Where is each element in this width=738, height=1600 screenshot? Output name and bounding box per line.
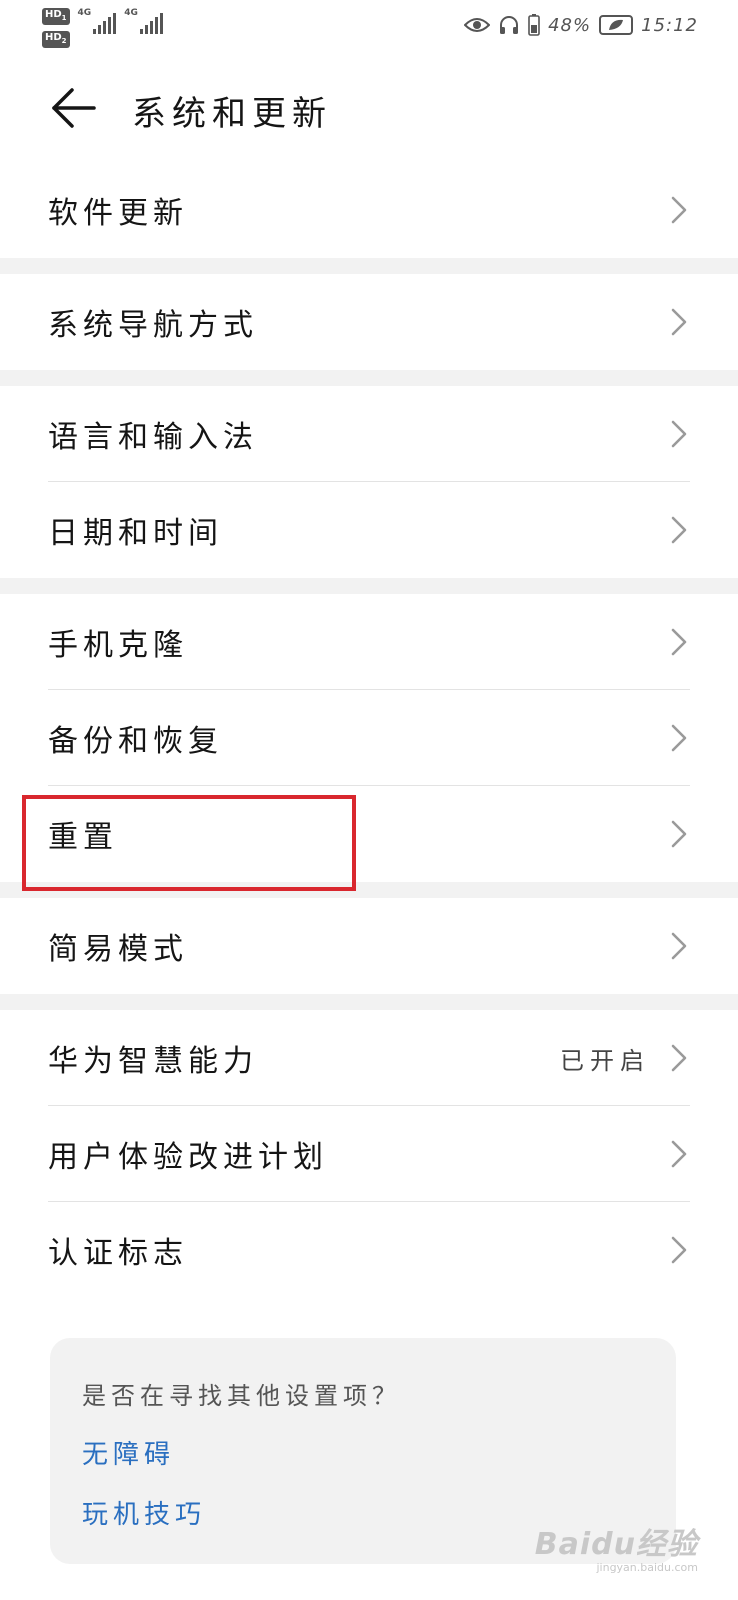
settings-item-simple-mode[interactable]: 简易模式 bbox=[48, 898, 690, 994]
settings-item-label: 简易模式 bbox=[48, 932, 188, 967]
settings-item-certification-logos[interactable]: 认证标志 bbox=[48, 1202, 690, 1298]
settings-item-language-input[interactable]: 语言和输入法 bbox=[48, 386, 690, 482]
group-software-update: 软件更新 bbox=[0, 162, 738, 258]
watermark-logo-text: Baidu经验 bbox=[534, 1527, 698, 1562]
link-accessibility[interactable]: 无障碍 bbox=[82, 1434, 175, 1471]
settings-item-reset[interactable]: 重置 bbox=[48, 786, 690, 882]
hd-badges: HD1 HD2 bbox=[42, 8, 70, 48]
signal-sim-1: 4G bbox=[78, 8, 117, 34]
settings-item-label: 备份和恢复 bbox=[48, 724, 223, 759]
group-huawei-misc: 华为智慧能力 已开启 用户体验改进计划 认证标志 bbox=[0, 1010, 738, 1298]
settings-list: 软件更新 系统导航方式 语言和输入法 日期和时间 手机克隆 备份和恢复 重置 简… bbox=[0, 162, 738, 1298]
chevron-right-icon bbox=[671, 196, 687, 224]
status-bar-right: 48% 15:12 bbox=[464, 14, 698, 36]
chevron-right-icon bbox=[671, 1140, 687, 1168]
network-type-2: 4G bbox=[124, 8, 138, 18]
settings-item-system-navigation[interactable]: 系统导航方式 bbox=[48, 274, 690, 370]
link-tips[interactable]: 玩机技巧 bbox=[82, 1494, 206, 1531]
settings-item-backup-restore[interactable]: 备份和恢复 bbox=[48, 690, 690, 786]
settings-item-status-value: 已开启 bbox=[560, 1046, 650, 1075]
power-saving-icon bbox=[599, 15, 634, 35]
signal-sim-2: 4G bbox=[124, 8, 163, 34]
clock: 15:12 bbox=[641, 14, 698, 36]
chevron-right-icon bbox=[671, 628, 687, 656]
settings-item-label: 重置 bbox=[48, 820, 118, 855]
watermark: Baidu经验 jingyan.baidu.com bbox=[535, 1519, 698, 1574]
status-bar-left: HD1 HD2 4G 4G bbox=[42, 8, 163, 48]
settings-item-label: 手机克隆 bbox=[48, 628, 188, 663]
chevron-right-icon bbox=[671, 932, 687, 960]
group-language-date: 语言和输入法 日期和时间 bbox=[0, 386, 738, 578]
chevron-right-icon bbox=[671, 516, 687, 544]
settings-item-user-experience-program[interactable]: 用户体验改进计划 bbox=[48, 1106, 690, 1202]
chevron-right-icon bbox=[671, 308, 687, 336]
battery-percent: 48% bbox=[548, 14, 592, 36]
group-gap bbox=[0, 882, 738, 898]
chevron-right-icon bbox=[671, 420, 687, 448]
settings-item-phone-clone[interactable]: 手机克隆 bbox=[48, 594, 690, 690]
settings-item-software-update[interactable]: 软件更新 bbox=[48, 162, 690, 258]
settings-item-label: 用户体验改进计划 bbox=[48, 1140, 328, 1175]
group-simple-mode: 简易模式 bbox=[0, 898, 738, 994]
chevron-right-icon bbox=[671, 724, 687, 752]
hd-badge-1: HD1 bbox=[42, 8, 70, 25]
group-gap bbox=[0, 578, 738, 594]
eye-icon bbox=[464, 16, 491, 34]
status-bar: HD1 HD2 4G 4G 48% 15:12 bbox=[0, 0, 738, 52]
group-gap bbox=[0, 258, 738, 274]
settings-item-label: 系统导航方式 bbox=[48, 308, 258, 343]
hd-badge-2: HD2 bbox=[42, 31, 70, 48]
chevron-right-icon bbox=[671, 1044, 687, 1072]
arrow-left-icon[interactable] bbox=[50, 84, 98, 132]
headphones-icon bbox=[498, 14, 520, 36]
settings-item-label: 软件更新 bbox=[48, 196, 188, 231]
group-navigation: 系统导航方式 bbox=[0, 274, 738, 370]
signal-bars-icon bbox=[139, 12, 163, 34]
chevron-right-icon bbox=[671, 1236, 687, 1264]
settings-item-label: 华为智慧能力 bbox=[48, 1044, 258, 1079]
group-clone-backup-reset: 手机克隆 备份和恢复 重置 bbox=[0, 594, 738, 882]
suggestion-card-title: 是否在寻找其他设置项？ bbox=[82, 1382, 401, 1410]
settings-item-label: 日期和时间 bbox=[48, 516, 223, 551]
settings-item-date-time[interactable]: 日期和时间 bbox=[48, 482, 690, 578]
settings-item-label: 认证标志 bbox=[48, 1236, 188, 1271]
group-gap bbox=[0, 994, 738, 1010]
battery-icon bbox=[528, 14, 540, 36]
chevron-right-icon bbox=[671, 820, 687, 848]
group-gap bbox=[0, 370, 738, 386]
page-header: 系统和更新 bbox=[0, 52, 738, 170]
settings-item-huawei-intelligence[interactable]: 华为智慧能力 已开启 bbox=[48, 1010, 690, 1106]
network-type-1: 4G bbox=[77, 8, 92, 18]
signal-bars-icon bbox=[93, 12, 117, 34]
settings-item-label: 语言和输入法 bbox=[48, 420, 258, 455]
page-title: 系统和更新 bbox=[132, 94, 332, 134]
